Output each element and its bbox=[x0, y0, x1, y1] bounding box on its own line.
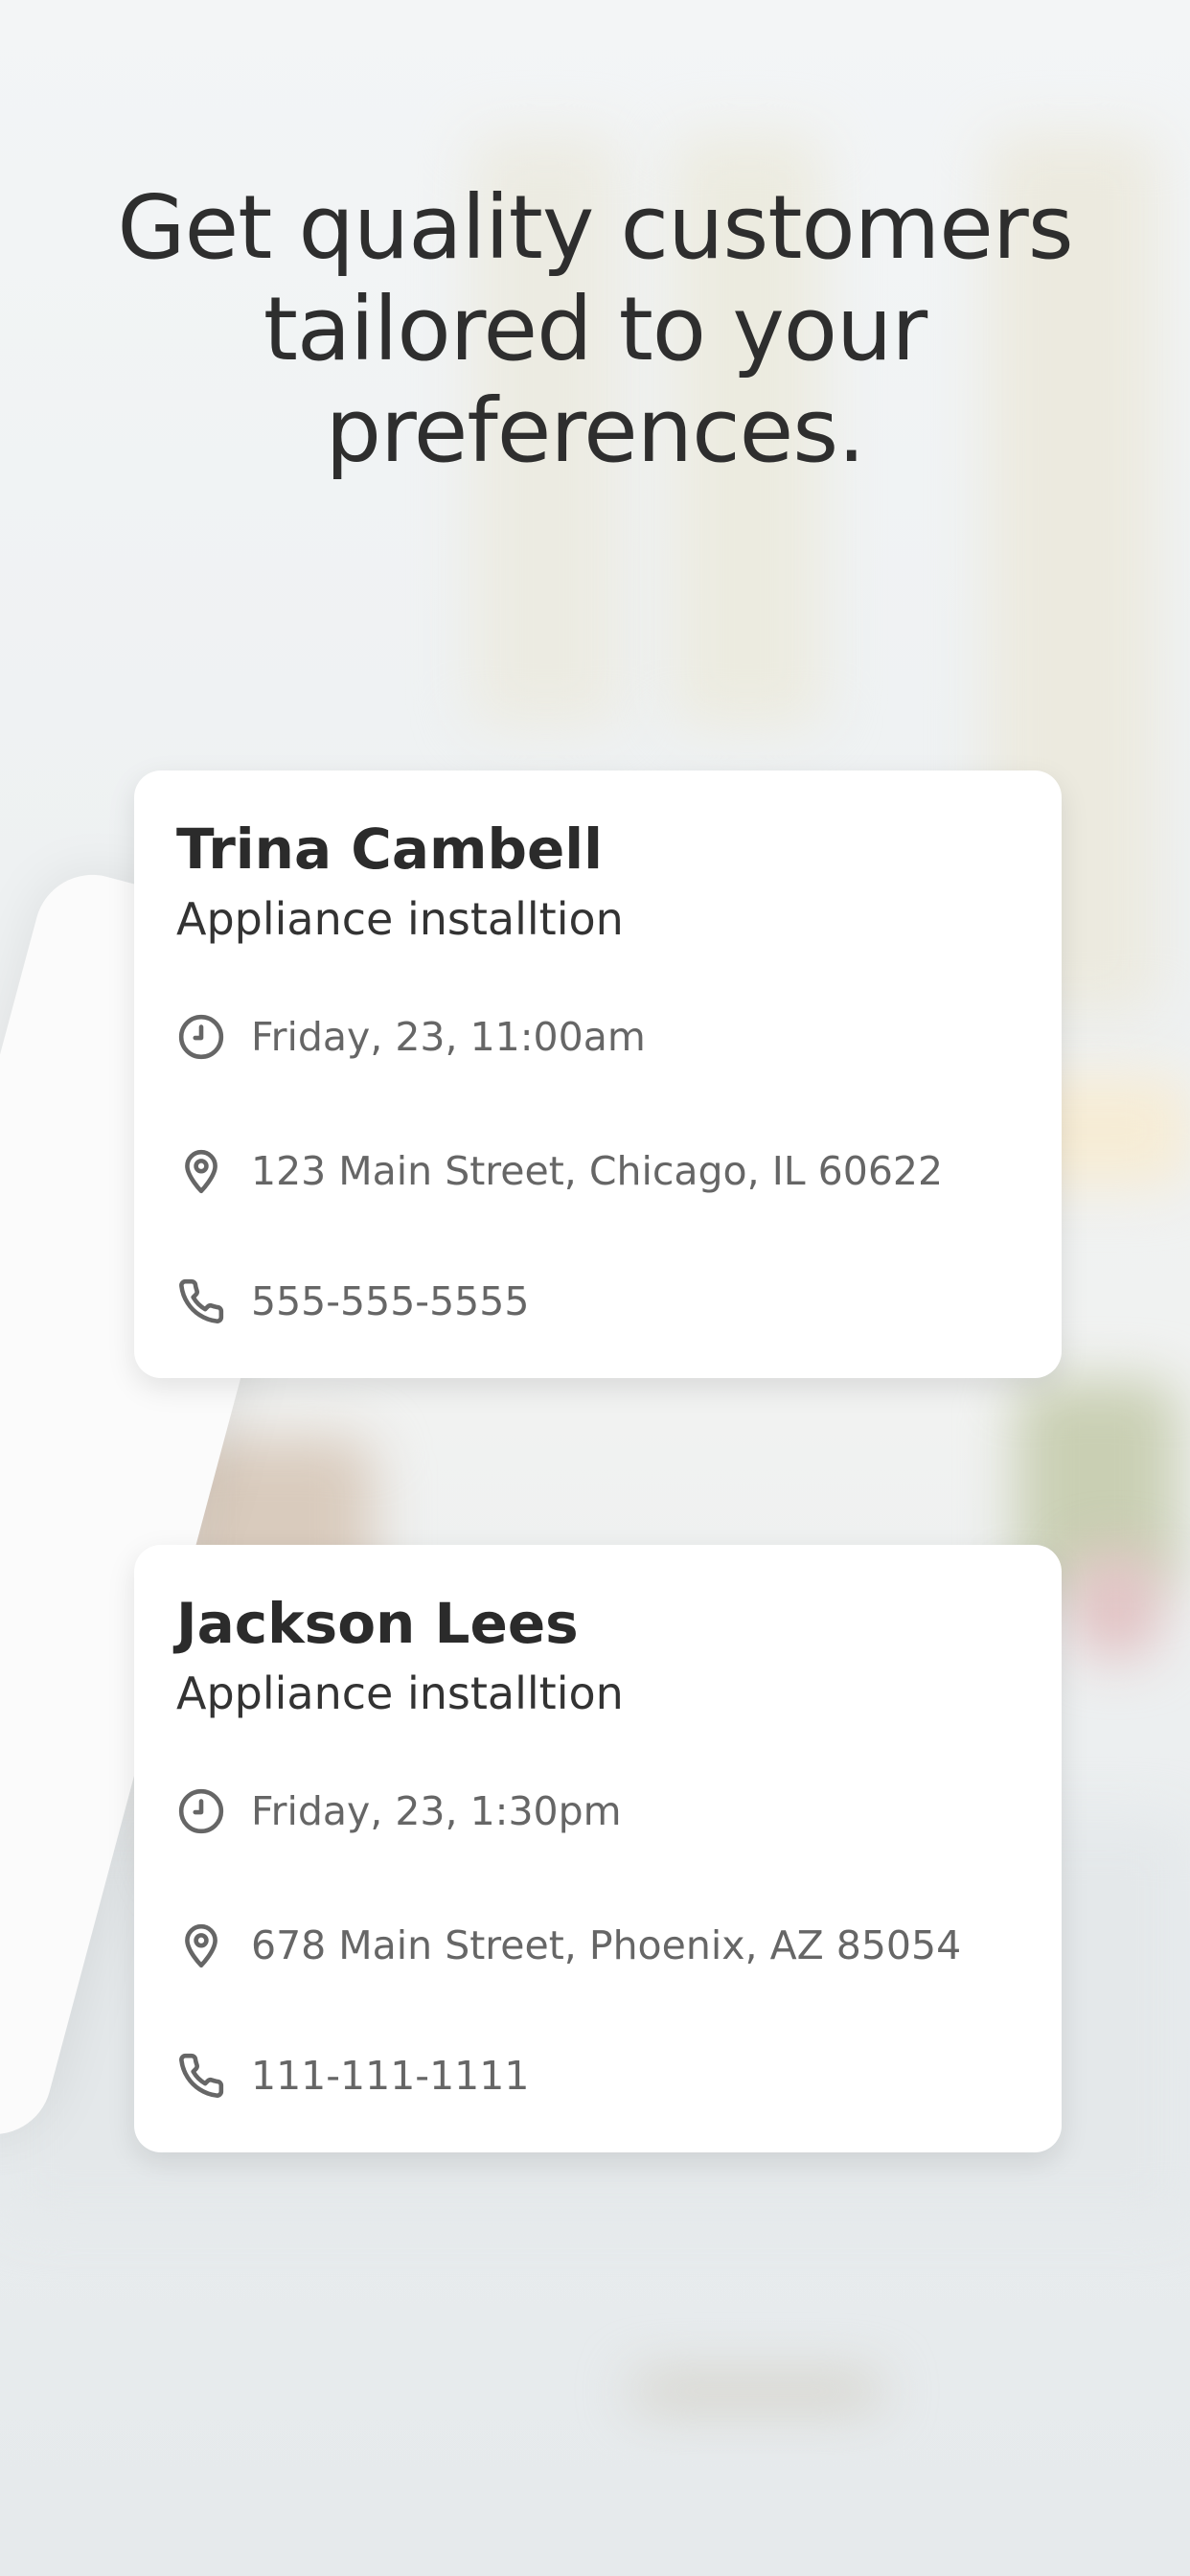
appointment-time-row: Friday, 23, 1:30pm bbox=[176, 1782, 622, 1840]
appointment-time: Friday, 23, 11:00am bbox=[251, 1014, 646, 1060]
background-drawer-handle bbox=[632, 2377, 881, 2405]
phone-row: 555-555-5555 bbox=[176, 1273, 529, 1330]
customer-card[interactable]: Jackson Lees Appliance installtion Frida… bbox=[134, 1545, 1062, 2152]
address-row: 123 Main Street, Chicago, IL 60622 bbox=[176, 1142, 943, 1200]
headline: Get quality customers tailored to your p… bbox=[117, 176, 1073, 482]
customer-name: Trina Cambell bbox=[176, 816, 604, 882]
appointment-time: Friday, 23, 1:30pm bbox=[251, 1788, 622, 1834]
location-pin-icon bbox=[176, 1920, 226, 1970]
appointment-time-row: Friday, 23, 11:00am bbox=[176, 1008, 646, 1066]
location-pin-icon bbox=[176, 1146, 226, 1196]
phone-icon bbox=[176, 1276, 226, 1326]
customer-phone[interactable]: 555-555-5555 bbox=[251, 1278, 529, 1324]
background-flower bbox=[1073, 1552, 1159, 1658]
phone-icon bbox=[176, 2051, 226, 2101]
clock-icon bbox=[176, 1012, 226, 1062]
customer-phone[interactable]: 111-111-1111 bbox=[251, 2053, 529, 2099]
phone-row: 111-111-1111 bbox=[176, 2047, 529, 2104]
address-row: 678 Main Street, Phoenix, AZ 85054 bbox=[176, 1917, 961, 1974]
customer-address[interactable]: 678 Main Street, Phoenix, AZ 85054 bbox=[251, 1922, 961, 1968]
customer-name: Jackson Lees bbox=[176, 1591, 579, 1656]
service-type: Appliance installtion bbox=[176, 1668, 624, 1719]
customer-address[interactable]: 123 Main Street, Chicago, IL 60622 bbox=[251, 1148, 943, 1194]
service-type: Appliance installtion bbox=[176, 893, 624, 945]
clock-icon bbox=[176, 1786, 226, 1836]
customer-card[interactable]: Trina Cambell Appliance installtion Frid… bbox=[134, 770, 1062, 1378]
